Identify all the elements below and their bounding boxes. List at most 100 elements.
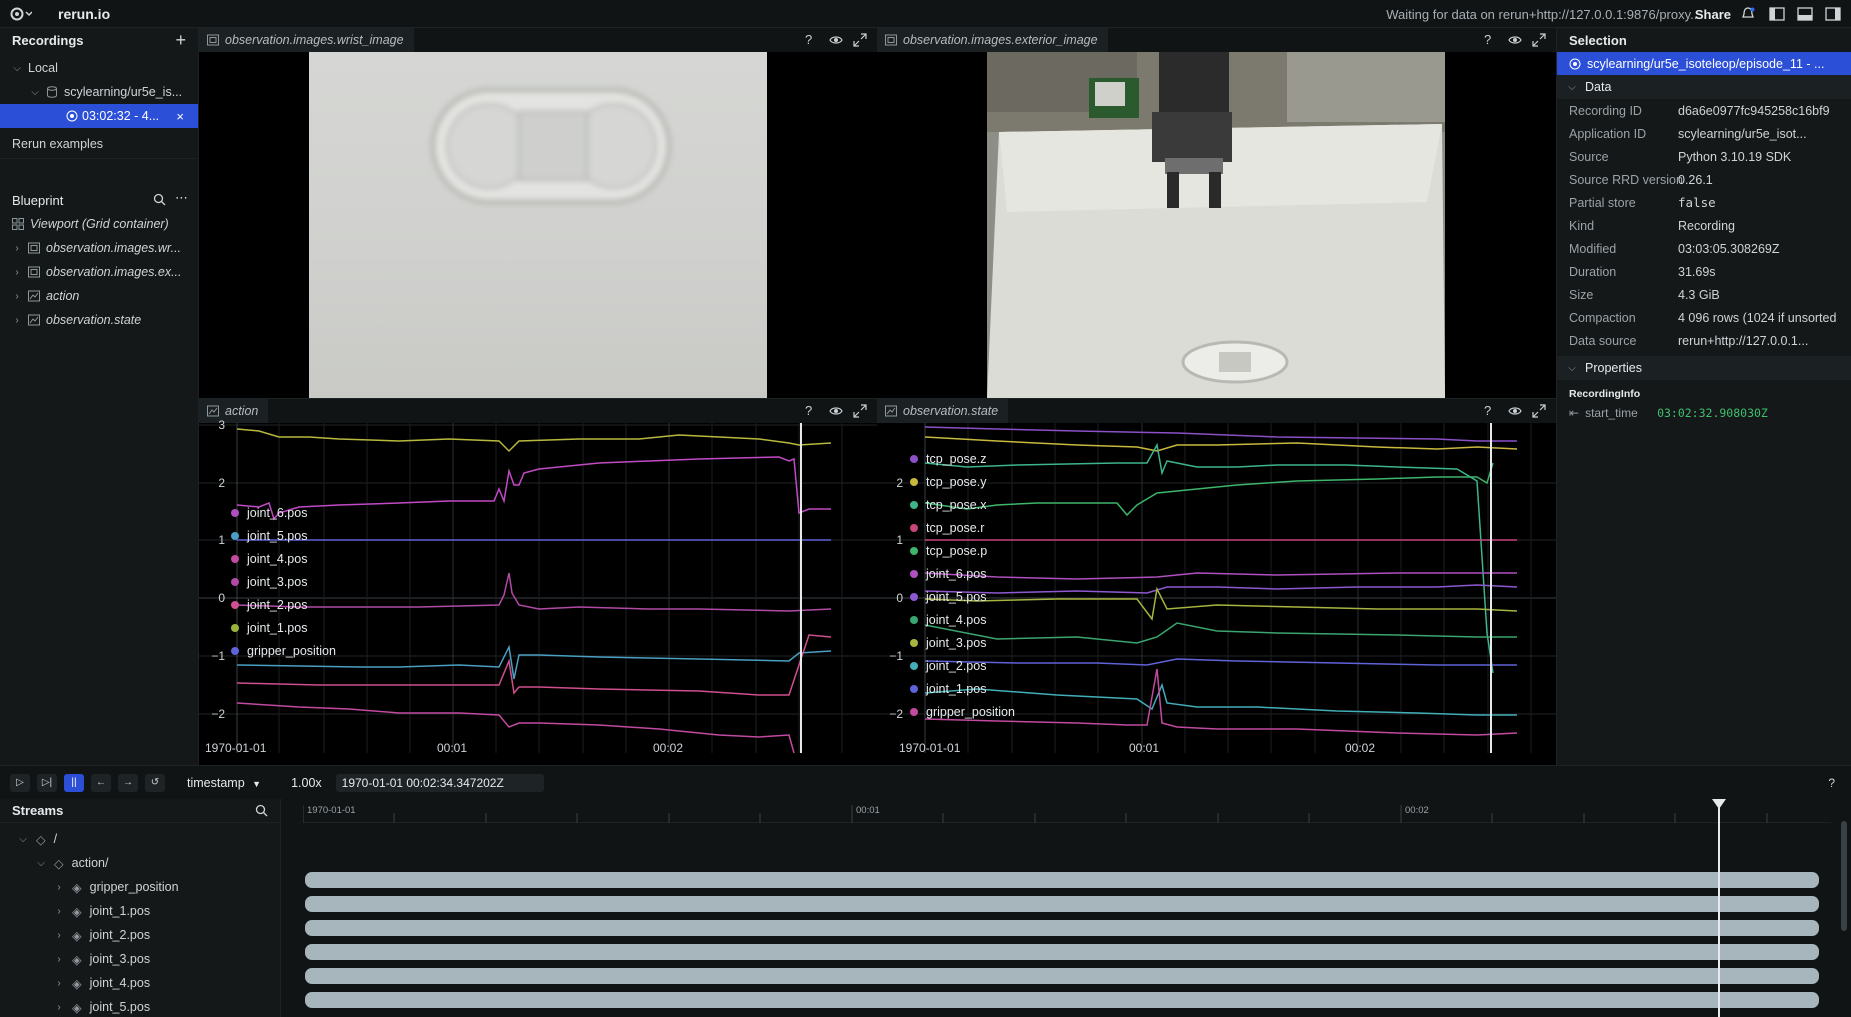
legend-item[interactable]: joint_3.pos xyxy=(231,570,401,593)
maximize-icon[interactable] xyxy=(1532,33,1546,47)
toggle-bottom-panel-icon[interactable] xyxy=(1797,7,1813,21)
stream-item[interactable]: › ◈ gripper_position xyxy=(0,875,280,899)
view-action-plot[interactable]: action ? 3 2 1 0 −1 −2 1970-01-01 00:01 … xyxy=(199,398,877,765)
data-value[interactable]: scylearning/ur5e_isot... xyxy=(1678,127,1807,141)
stream-data-bar[interactable] xyxy=(305,944,1819,960)
maximize-icon[interactable] xyxy=(1532,404,1546,418)
close-recording-icon[interactable]: × xyxy=(176,109,184,124)
legend-item[interactable]: joint_2.pos xyxy=(231,593,401,616)
view-tab[interactable]: observation.images.exterior_image xyxy=(877,28,1108,52)
selected-item[interactable]: scylearning/ur5e_isoteleop/episode_11 - … xyxy=(1557,52,1851,75)
pause-button[interactable]: || xyxy=(64,773,84,792)
maximize-icon[interactable] xyxy=(853,404,867,418)
tree-local[interactable]: ⌵ Local xyxy=(0,56,198,80)
add-recording-icon[interactable]: + xyxy=(175,30,186,51)
legend-item[interactable]: joint_1.pos xyxy=(231,616,401,639)
timeline-cursor-handle[interactable] xyxy=(1712,799,1726,809)
chevron-down-icon[interactable]: ⌵ xyxy=(30,87,40,98)
legend-item[interactable]: joint_1.pos xyxy=(910,677,1080,700)
tree-recording-selected[interactable]: 03:02:32 - 4... × xyxy=(0,104,198,128)
chevron-right-icon[interactable]: › xyxy=(12,243,22,254)
stream-data-bar[interactable] xyxy=(305,968,1819,984)
step-forward-button[interactable]: ▷| xyxy=(37,773,57,792)
chevron-right-icon[interactable]: › xyxy=(12,267,22,278)
chevron-down-icon[interactable]: ⌵ xyxy=(1567,82,1577,93)
timeline-selector[interactable]: timestamp ▼ xyxy=(187,776,261,790)
stream-item[interactable]: › ◈ joint_5.pos xyxy=(0,995,280,1017)
search-icon[interactable] xyxy=(255,804,268,820)
timeline-scrollbar[interactable] xyxy=(1841,821,1847,931)
stream-item[interactable]: › ◈ joint_4.pos xyxy=(0,971,280,995)
timeline-cursor[interactable] xyxy=(1718,799,1720,1017)
timeline-ruler[interactable]: 1970-01-01 00:01 00:02 xyxy=(303,799,1831,823)
eye-icon[interactable] xyxy=(1508,33,1522,47)
toggle-left-panel-icon[interactable] xyxy=(1769,7,1785,21)
chevron-down-icon[interactable]: ⌵ xyxy=(12,63,22,74)
help-icon[interactable]: ? xyxy=(805,33,819,47)
help-icon[interactable]: ? xyxy=(1828,776,1835,790)
tree-view-exterior[interactable]: › observation.images.ex... xyxy=(0,260,198,284)
legend-item[interactable]: joint_6.pos xyxy=(910,562,1080,585)
eye-icon[interactable] xyxy=(1508,404,1522,418)
legend-item[interactable]: joint_5.pos xyxy=(231,524,401,547)
eye-icon[interactable] xyxy=(829,33,843,47)
chevron-right-icon[interactable]: › xyxy=(54,882,64,893)
chevron-right-icon[interactable]: › xyxy=(54,930,64,941)
tree-viewport[interactable]: Viewport (Grid container) xyxy=(0,212,198,236)
help-icon[interactable]: ? xyxy=(1484,33,1498,47)
share-button[interactable]: Share xyxy=(1695,7,1731,22)
stream-item[interactable]: › ◈ joint_2.pos xyxy=(0,923,280,947)
stream-item[interactable]: › ◈ joint_3.pos xyxy=(0,947,280,971)
search-icon[interactable] xyxy=(153,193,166,209)
help-icon[interactable]: ? xyxy=(805,404,819,418)
chevron-right-icon[interactable]: › xyxy=(12,315,22,326)
rerun-logo-menu-button[interactable] xyxy=(6,0,36,28)
stream-data-bar[interactable] xyxy=(305,872,1819,888)
legend-item[interactable]: tcp_pose.p xyxy=(910,539,1080,562)
view-exterior-image[interactable]: observation.images.exterior_image ? xyxy=(877,28,1556,398)
chevron-down-icon[interactable]: ⌵ xyxy=(36,858,46,869)
legend-item[interactable]: joint_4.pos xyxy=(231,547,401,570)
timeline-panel[interactable]: 1970-01-01 00:01 00:02 xyxy=(281,799,1851,1017)
legend-item[interactable]: tcp_pose.r xyxy=(910,516,1080,539)
chevron-right-icon[interactable]: › xyxy=(54,978,64,989)
legend-item[interactable]: gripper_position xyxy=(231,639,401,662)
legend-item[interactable]: joint_4.pos xyxy=(910,608,1080,631)
data-section-header[interactable]: ⌵ Data xyxy=(1557,75,1851,99)
stream-data-bar[interactable] xyxy=(305,896,1819,912)
maximize-icon[interactable] xyxy=(853,33,867,47)
legend-item[interactable]: tcp_pose.z xyxy=(910,447,1080,470)
eye-icon[interactable] xyxy=(829,404,843,418)
legend-item[interactable]: joint_2.pos xyxy=(910,654,1080,677)
legend-item[interactable]: gripper_position xyxy=(910,700,1080,723)
toggle-right-panel-icon[interactable] xyxy=(1825,7,1841,21)
view-state-plot[interactable]: observation.state ? 2 1 0 −1 −2 1970-01-… xyxy=(877,398,1556,765)
stream-root[interactable]: ⌵ ◇ / xyxy=(0,827,280,851)
tree-view-action[interactable]: › action xyxy=(0,284,198,308)
rerun-examples-link[interactable]: Rerun examples xyxy=(0,132,198,156)
tree-application[interactable]: ⌵ scylearning/ur5e_is... xyxy=(0,80,198,104)
stream-item[interactable]: › ◈ joint_1.pos xyxy=(0,899,280,923)
legend-item[interactable]: joint_6.pos xyxy=(231,501,401,524)
chevron-right-icon[interactable]: › xyxy=(54,954,64,965)
chevron-down-icon[interactable]: ⌵ xyxy=(18,834,28,845)
tree-view-state[interactable]: › observation.state xyxy=(0,308,198,332)
stream-data-bar[interactable] xyxy=(305,992,1819,1008)
legend-item[interactable]: tcp_pose.y xyxy=(910,470,1080,493)
view-tab[interactable]: action xyxy=(199,399,269,423)
view-tab[interactable]: observation.state xyxy=(877,399,1009,423)
step-back-button[interactable]: ← xyxy=(91,773,111,792)
data-value[interactable]: rerun+http://127.0.0.1... xyxy=(1678,334,1808,348)
play-button[interactable]: ▷ xyxy=(10,773,30,792)
playback-speed[interactable]: 1.00x xyxy=(291,776,322,790)
legend-item[interactable]: joint_3.pos xyxy=(910,631,1080,654)
stream-action[interactable]: ⌵ ◇ action/ xyxy=(0,851,280,875)
legend-item[interactable]: joint_5.pos xyxy=(910,585,1080,608)
chevron-right-icon[interactable]: › xyxy=(12,291,22,302)
loop-button[interactable]: ↺ xyxy=(145,773,165,792)
help-icon[interactable]: ? xyxy=(1484,404,1498,418)
notifications-icon[interactable] xyxy=(1741,7,1755,21)
tree-view-wrist[interactable]: › observation.images.wr... xyxy=(0,236,198,260)
chevron-down-icon[interactable]: ⌵ xyxy=(1567,363,1577,374)
chevron-right-icon[interactable]: › xyxy=(54,1002,64,1013)
